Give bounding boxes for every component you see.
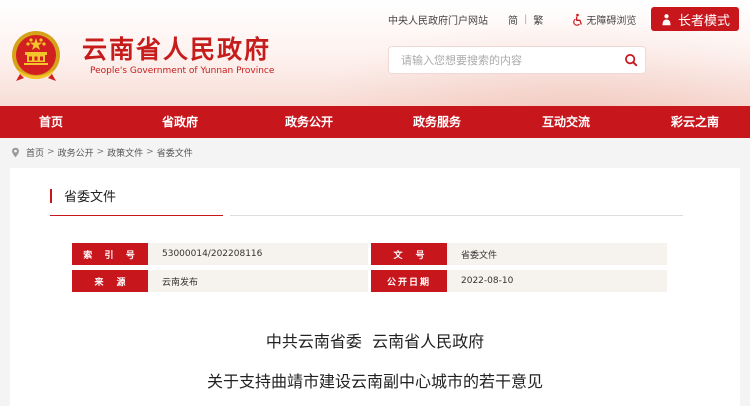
meta-date: 公开日期 2022-08-10 (371, 270, 667, 292)
elder-icon (662, 13, 671, 25)
nav-item-home[interactable]: 首页 (39, 106, 63, 138)
breadcrumb-separator: > (47, 147, 55, 157)
meta-index: 索 引 号 53000014/202208116 (72, 243, 368, 265)
section-title: 省委文件 (50, 186, 116, 205)
nav-item-gov-affairs-open[interactable]: 政务公开 (285, 106, 333, 138)
title-underline (230, 215, 683, 216)
site-subtitle: People's Government of Yunnan Province (90, 66, 275, 76)
title-underline-accent (50, 215, 223, 216)
main-nav: 首页 省政府 政务公开 政务服务 互动交流 彩云之南 (0, 106, 750, 138)
breadcrumb-gov-affairs-open[interactable]: 政务公开 (58, 146, 94, 159)
meta-index-value: 53000014/202208116 (162, 249, 263, 259)
meta-date-value: 2022-08-10 (461, 276, 514, 286)
location-pin-icon (12, 147, 19, 157)
search-box (389, 47, 645, 73)
document-title-line1: 中共云南省委 云南省人民政府 (265, 332, 485, 351)
elder-mode-button[interactable]: 长者模式 (651, 7, 739, 31)
national-emblem-icon[interactable] (8, 28, 64, 84)
meta-source: 来源 云南发布 (72, 270, 368, 292)
central-portal-link[interactable]: 中央人民政府门户网站 (388, 12, 488, 27)
traditional-chinese-link[interactable]: 繁 (533, 12, 543, 27)
meta-docno-label: 文号 (371, 243, 447, 265)
breadcrumb-current[interactable]: 省委文件 (157, 146, 193, 159)
site-title[interactable]: 云南省人民政府 (82, 30, 271, 66)
breadcrumb-home[interactable]: 首页 (26, 146, 44, 159)
nav-item-interaction[interactable]: 互动交流 (542, 106, 590, 138)
document-title-line2: 关于支持曲靖市建设云南副中心城市的若干意见 (206, 372, 543, 391)
content-panel: 省委文件 索 引 号 53000014/202208116 文号 省委文件 来源… (10, 168, 740, 406)
breadcrumb-separator: > (146, 147, 154, 157)
accessibility-link[interactable]: 无障碍浏览 (571, 12, 636, 27)
meta-source-label: 来源 (72, 270, 148, 292)
section-title-text: 省委文件 (64, 190, 117, 205)
nav-item-colorful-yunnan[interactable]: 彩云之南 (671, 106, 719, 138)
meta-docno: 文号 省委文件 (371, 243, 667, 265)
accessibility-icon (573, 13, 583, 26)
breadcrumb-separator: > (96, 147, 105, 157)
search-icon[interactable] (617, 47, 645, 73)
top-links: 中央人民政府门户网站 简 | 繁 无障碍浏览 (388, 12, 636, 27)
title-accent-bar (50, 188, 52, 203)
meta-date-label: 公开日期 (371, 270, 447, 292)
accessibility-label: 无障碍浏览 (586, 16, 637, 27)
nav-item-province-gov[interactable]: 省政府 (162, 106, 198, 138)
divider: | (524, 14, 528, 25)
simplified-chinese-link[interactable]: 简 (508, 12, 518, 27)
nav-item-gov-services[interactable]: 政务服务 (413, 106, 461, 138)
search-input[interactable] (389, 48, 617, 72)
elder-mode-label: 长者模式 (677, 13, 730, 29)
meta-index-label: 索 引 号 (72, 243, 148, 265)
breadcrumb-policy-docs[interactable]: 政策文件 (107, 146, 143, 159)
site-header: 云南省人民政府 People's Government of Yunnan Pr… (0, 0, 750, 106)
meta-docno-value: 省委文件 (461, 250, 498, 261)
meta-source-value: 云南发布 (162, 277, 199, 288)
breadcrumb: 首页 > 政务公开 > 政策文件 > 省委文件 (10, 144, 193, 160)
